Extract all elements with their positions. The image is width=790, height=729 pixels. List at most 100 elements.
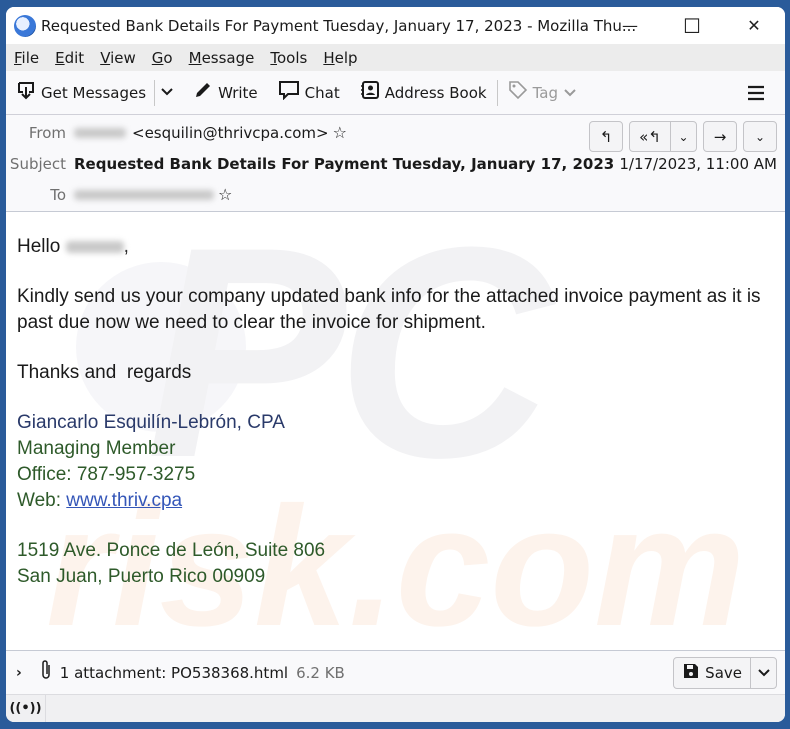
chevron-down-icon [564, 88, 576, 96]
menu-accel: V [100, 48, 111, 67]
forward-button[interactable]: → [703, 121, 737, 152]
save-label: Save [705, 664, 742, 682]
toolbar-separator [496, 79, 498, 106]
body-content: Hello , Kindly send us your company upda… [17, 234, 774, 590]
expand-attachments-chevron-icon[interactable]: › [16, 665, 22, 681]
online-status-icon[interactable]: ((•)) [6, 695, 46, 722]
signature-address-line2: San Juan, Puerto Rico 00909 [17, 566, 266, 587]
menu-edit[interactable]: Edit [55, 49, 84, 67]
attachment-size: 6.2 KB [296, 663, 345, 682]
attachment-bar: › 1 attachment: PO538368.html 6.2 KB Sav… [6, 650, 785, 694]
recipient-redacted [74, 189, 214, 200]
recipient-name-redacted [65, 240, 124, 253]
reply-all-split-button[interactable]: «↰ ⌄ [629, 121, 697, 152]
chevron-down-icon [161, 88, 173, 96]
more-actions-button[interactable]: ⌄ [743, 121, 777, 152]
pencil-icon [193, 80, 213, 105]
menu-message[interactable]: Message [189, 49, 255, 67]
web-link[interactable]: www.thriv.cpa [66, 490, 182, 511]
star-icon[interactable]: ☆ [218, 185, 232, 204]
menu-bar: File Edit View Go Message Tools Help [6, 44, 785, 71]
save-dropdown[interactable] [750, 658, 776, 688]
reply-icon: ↰ [599, 127, 613, 146]
reply-button[interactable]: ↰ [589, 121, 623, 152]
body-paragraph: Kindly send us your company updated bank… [17, 286, 761, 333]
chat-bubble-icon [278, 80, 300, 105]
greeting-comma: , [123, 236, 129, 257]
chevron-down-icon: ⌄ [754, 129, 766, 144]
download-inbox-icon [16, 80, 36, 105]
signature-title: Managing Member [17, 438, 176, 459]
address-book-icon [360, 80, 380, 105]
paperclip-icon [40, 659, 52, 686]
get-messages-label: Get Messages [41, 83, 147, 102]
app-menu-button[interactable] [747, 82, 765, 106]
menu-tools[interactable]: Tools [270, 49, 307, 67]
menu-label: essage [201, 48, 255, 67]
menu-label: ools [277, 48, 308, 67]
chat-label: Chat [304, 83, 340, 102]
maximize-button[interactable]: ☐ [661, 7, 723, 44]
web-label: Web: [17, 490, 67, 511]
get-messages-dropdown[interactable] [161, 85, 173, 100]
closing: Thanks and regards [17, 362, 192, 383]
signature-web: Web: www.thriv.cpa [17, 488, 774, 514]
menu-help[interactable]: Help [323, 49, 357, 67]
menu-accel: H [323, 48, 335, 67]
menu-label: dit [64, 48, 85, 67]
minimize-icon: — [622, 16, 638, 35]
attachment-name[interactable]: 1 attachment: PO538368.html [60, 664, 288, 682]
close-icon: ✕ [747, 16, 761, 35]
address-book-label: Address Book [384, 83, 487, 102]
menu-label: iew [110, 48, 136, 67]
menu-accel: T [270, 48, 277, 67]
menu-label: ile [21, 48, 40, 67]
thunderbird-window: Requested Bank Details For Payment Tuesd… [6, 7, 785, 722]
from-label: From [28, 123, 66, 142]
to-row: To ☆ [6, 185, 232, 204]
message-header: From <esquilin@thrivcpa.com> ☆ Subject R… [6, 115, 785, 212]
save-button[interactable]: Save [674, 658, 750, 688]
signature-address-line1: 1519 Ave. Ponce de León, Suite 806 [17, 540, 326, 561]
menu-view[interactable]: View [100, 49, 136, 67]
menu-accel: G [151, 48, 164, 67]
maximize-icon: ☐ [683, 13, 701, 38]
greeting-text: Hello [17, 236, 61, 257]
reply-all-icon[interactable]: «↰ [630, 128, 670, 146]
write-label: Write [218, 83, 258, 102]
chat-button[interactable]: Chat [278, 80, 340, 105]
main-toolbar: Get Messages Write Chat Address Book Tag [6, 71, 785, 115]
menu-accel: M [188, 48, 202, 67]
chevron-down-icon [757, 669, 770, 677]
menu-accel: E [55, 48, 65, 67]
address-book-button[interactable]: Address Book [360, 80, 487, 105]
window-controls: — ☐ ✕ [599, 7, 785, 44]
from-email[interactable]: <esquilin@thrivcpa.com> [132, 124, 329, 142]
get-messages-button[interactable]: Get Messages [16, 80, 146, 105]
tag-button[interactable]: Tag [508, 80, 576, 105]
status-bar: ((•)) [6, 694, 785, 722]
title-bar: Requested Bank Details For Payment Tuesd… [6, 7, 785, 44]
menu-go[interactable]: Go [152, 49, 173, 67]
subject-label: Subject [9, 155, 66, 173]
forward-icon: → [713, 127, 727, 146]
close-button[interactable]: ✕ [723, 7, 785, 44]
message-date: 1/17/2023, 11:00 AM [619, 155, 777, 173]
save-split-button: Save [673, 657, 777, 689]
menu-label: o [163, 48, 173, 67]
signature-name: Giancarlo Esquilín-Lebrón, CPA [17, 412, 285, 433]
minimize-button[interactable]: — [599, 7, 661, 44]
from-row: From <esquilin@thrivcpa.com> ☆ [6, 123, 347, 142]
tag-icon [508, 80, 528, 105]
menu-file[interactable]: File [14, 49, 39, 67]
signature: Giancarlo Esquilín-Lebrón, CPA Managing … [17, 410, 774, 590]
star-icon[interactable]: ☆ [333, 123, 347, 142]
sender-name-redacted [74, 127, 126, 138]
tag-label: Tag [532, 83, 558, 102]
menu-accel: F [14, 48, 22, 67]
write-button[interactable]: Write [193, 80, 258, 105]
chevron-down-icon[interactable]: ⌄ [670, 122, 696, 151]
greeting: Hello , [17, 234, 774, 260]
window-title: Requested Bank Details For Payment Tuesd… [41, 16, 637, 35]
subject-text: Requested Bank Details For Payment Tuesd… [74, 155, 615, 173]
